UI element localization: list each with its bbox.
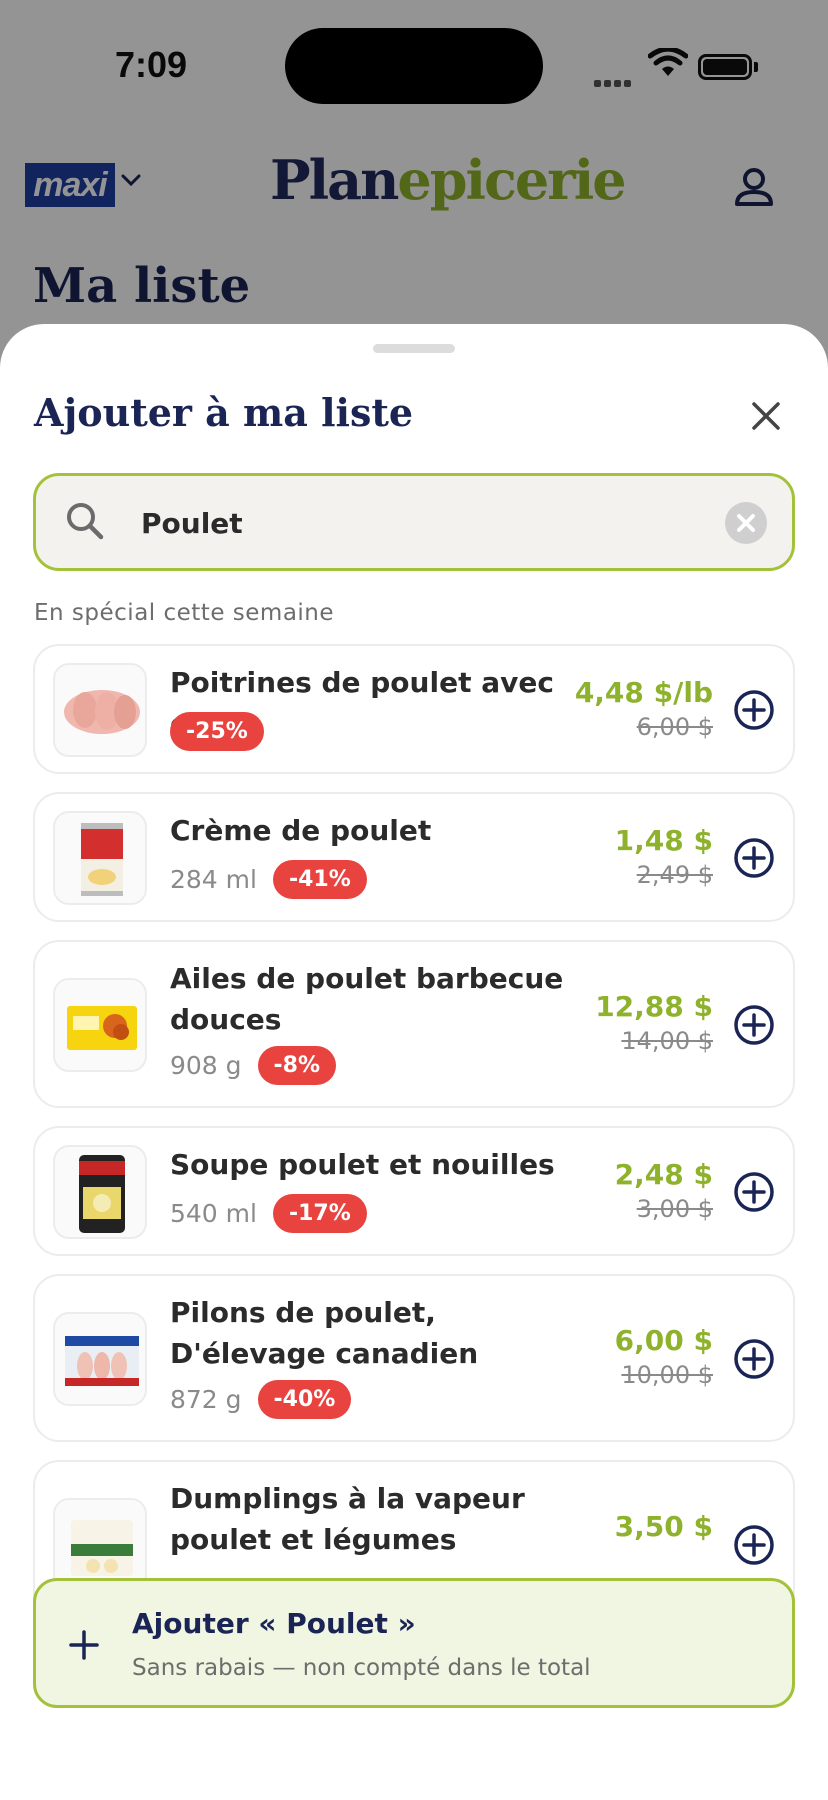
price-block: 3,50 $: [615, 1510, 713, 1543]
add-circle-icon[interactable]: [733, 1338, 775, 1380]
product-card[interactable]: Crème de poulet 284 ml -41% 1,48 $ 2,49 …: [33, 792, 795, 922]
sheet-title: Ajouter à ma liste: [34, 390, 414, 435]
product-name: Pilons de poulet, D'élevage canadien: [170, 1296, 479, 1370]
search-field[interactable]: [33, 473, 795, 571]
product-meta: 540 ml -17%: [170, 1194, 367, 1233]
discount-badge: -8%: [257, 1046, 337, 1085]
add-custom-item-button[interactable]: Ajouter « Poulet » Sans rabais — non com…: [33, 1578, 795, 1708]
sale-price: 1,48 $: [614, 824, 713, 857]
close-icon[interactable]: [744, 394, 788, 438]
clear-search-button[interactable]: [725, 502, 767, 544]
product-name: Crème de poulet: [170, 814, 432, 847]
discount-badge: -17%: [272, 1194, 367, 1233]
product-thumbnail: [53, 978, 147, 1072]
product-thumbnail: [53, 663, 147, 757]
discount-badge: -41%: [272, 860, 367, 899]
original-price: 6,00 $: [636, 713, 713, 741]
discount-badge: -25%: [170, 712, 264, 751]
sale-price: 6,00 $: [614, 1324, 713, 1357]
add-circle-icon[interactable]: [733, 1524, 775, 1566]
product-meta: 872 g -40%: [170, 1380, 352, 1419]
product-thumbnail: [53, 1312, 147, 1406]
search-icon: [67, 503, 104, 540]
plus-icon: [69, 1630, 99, 1660]
add-circle-icon[interactable]: [733, 689, 775, 731]
product-card[interactable]: Ailes de poulet barbecue douces 908 g -8…: [33, 940, 795, 1108]
product-card[interactable]: Soupe poulet et nouilles 540 ml -17% 2,4…: [33, 1126, 795, 1256]
product-name: Ailes de poulet barbecue douces: [170, 962, 564, 1036]
product-size: 908 g: [170, 1051, 242, 1080]
price-block: 4,48 $/lb 6,00 $: [575, 676, 713, 741]
product-thumbnail: [53, 1145, 147, 1239]
original-price: 2,49 $: [636, 861, 713, 889]
product-name: Dumplings à la vapeur poulet et légumes: [170, 1482, 525, 1556]
product-size: 872 g: [170, 1385, 242, 1414]
product-card[interactable]: Pilons de poulet, D'élevage canadien 872…: [33, 1274, 795, 1442]
original-price: 14,00 $: [621, 1027, 713, 1055]
add-circle-icon[interactable]: [733, 1004, 775, 1046]
add-circle-icon[interactable]: [733, 837, 775, 879]
product-card[interactable]: Poitrines de poulet avec os -25% 4,48 $/…: [33, 644, 795, 774]
sheet-grabber[interactable]: [373, 344, 455, 353]
price-block: 12,88 $ 14,00 $: [595, 990, 713, 1055]
product-meta: 284 ml -41%: [170, 860, 367, 899]
cta-subtitle: Sans rabais — non compté dans le total: [132, 1655, 591, 1681]
price-block: 2,48 $ 3,00 $: [615, 1158, 713, 1223]
add-circle-icon[interactable]: [733, 1171, 775, 1213]
sale-price: 4,48 $/lb: [574, 676, 713, 709]
product-meta: -25%: [170, 712, 264, 751]
price-block: 1,48 $ 2,49 $: [615, 824, 713, 889]
price-block: 6,00 $ 10,00 $: [615, 1324, 713, 1389]
sale-price: 12,88 $: [595, 990, 713, 1023]
search-input[interactable]: [141, 498, 701, 548]
section-label: En spécial cette semaine: [34, 600, 335, 626]
product-name: Soupe poulet et nouilles: [170, 1148, 555, 1181]
product-size: 540 ml: [170, 1199, 257, 1228]
cta-title: Ajouter « Poulet »: [132, 1607, 416, 1640]
clear-icon: [737, 514, 755, 532]
product-thumbnail: [53, 811, 147, 905]
product-size: 284 ml: [170, 865, 257, 894]
discount-badge: -40%: [257, 1380, 352, 1419]
sale-price: 2,48 $: [614, 1158, 713, 1191]
sale-price: 3,50 $: [614, 1510, 713, 1543]
original-price: 10,00 $: [621, 1361, 713, 1389]
add-to-list-sheet: Ajouter à ma liste En spécial cette sema…: [0, 324, 828, 1800]
original-price: 3,00 $: [636, 1195, 713, 1223]
product-meta: 908 g -8%: [170, 1046, 337, 1085]
